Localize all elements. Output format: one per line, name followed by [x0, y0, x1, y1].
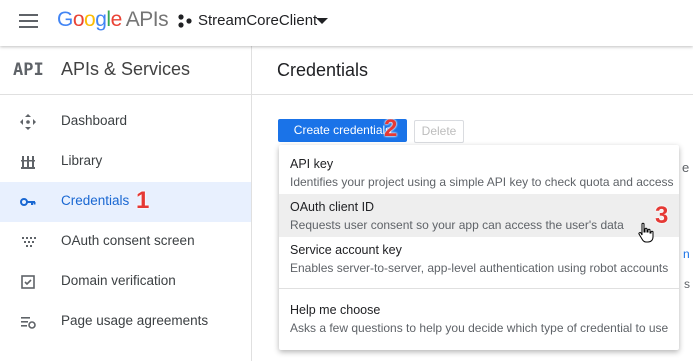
- menu-icon[interactable]: [19, 13, 39, 29]
- create-credentials-menu: API key Identifies your project using a …: [279, 145, 679, 350]
- main-header: Credentials: [252, 46, 693, 95]
- settings-list-icon: [21, 317, 36, 329]
- google-wordmark: Google: [57, 8, 122, 31]
- menu-item-description: Requests user consent so your app can ac…: [290, 218, 624, 232]
- sidebar-item-label: Domain verification: [61, 273, 176, 288]
- menu-item-description: Asks a few questions to help you decide …: [290, 321, 669, 335]
- sidebar-item-label: Page usage agreements: [61, 313, 209, 328]
- step-annotation-2: 2: [384, 115, 398, 142]
- sidebar-item-library[interactable]: Library: [0, 142, 251, 182]
- chevron-down-icon[interactable]: [316, 18, 328, 24]
- google-apis-logo[interactable]: Google APIs: [57, 8, 169, 32]
- sidebar-item-domain-verification[interactable]: Domain verification: [0, 262, 251, 302]
- sidebar-item-page-usage[interactable]: Page usage agreements: [0, 302, 251, 342]
- api-logo-icon: API: [13, 60, 44, 80]
- step-annotation-3: 3: [655, 202, 669, 229]
- sidebar-item-credentials[interactable]: Credentials: [0, 182, 251, 222]
- delete-button[interactable]: Delete: [414, 120, 464, 143]
- menu-item-service-account-key[interactable]: Service account key Enables server-to-se…: [279, 237, 679, 280]
- checkbox-icon: [21, 275, 35, 289]
- sidebar-title: APIs & Services: [61, 59, 191, 79]
- menu-item-description: Enables server-to-server, app-level auth…: [290, 261, 669, 275]
- hand-cursor-icon: [638, 222, 654, 243]
- menu-divider: [279, 288, 679, 289]
- hidden-link-fragment: n: [683, 247, 690, 261]
- hidden-text-fragment: s: [684, 277, 690, 291]
- sidebar-header: API APIs & Services: [0, 46, 251, 95]
- menu-item-description: Identifies your project using a simple A…: [290, 175, 674, 189]
- sidebar-item-label: Library: [61, 153, 103, 168]
- project-selector-label[interactable]: StreamCoreClient: [198, 12, 317, 29]
- apis-wordmark: APIs: [125, 8, 169, 31]
- sidebar-item-oauth-consent[interactable]: OAuth consent screen: [0, 222, 251, 262]
- menu-item-title: API key: [290, 157, 334, 171]
- sidebar-item-label: OAuth consent screen: [61, 233, 195, 248]
- sidebar-item-dashboard[interactable]: Dashboard: [0, 102, 251, 142]
- project-icon: [178, 14, 192, 28]
- menu-item-api-key[interactable]: API key Identifies your project using a …: [279, 151, 679, 194]
- sidebar-item-label: Credentials: [61, 193, 130, 208]
- sidebar-item-label: Dashboard: [61, 113, 128, 128]
- step-annotation-1: 1: [136, 187, 150, 214]
- consent-icon: [22, 237, 36, 247]
- page-title: Credentials: [277, 60, 369, 80]
- top-bar: Google APIs StreamCoreClient: [0, 0, 693, 46]
- dashboard-icon: [20, 114, 36, 130]
- key-icon: [20, 198, 36, 206]
- menu-item-title: OAuth client ID: [290, 200, 375, 214]
- sidebar: API APIs & Services Dashboard Library Cr…: [0, 46, 252, 361]
- library-icon: [21, 156, 35, 169]
- menu-item-help-me-choose[interactable]: Help me choose Asks a few questions to h…: [279, 297, 679, 340]
- menu-item-title: Service account key: [290, 243, 402, 257]
- menu-item-oauth-client-id[interactable]: OAuth client ID Requests user consent so…: [279, 194, 679, 237]
- menu-item-title: Help me choose: [290, 303, 381, 317]
- hidden-text-fragment: e: [682, 160, 690, 175]
